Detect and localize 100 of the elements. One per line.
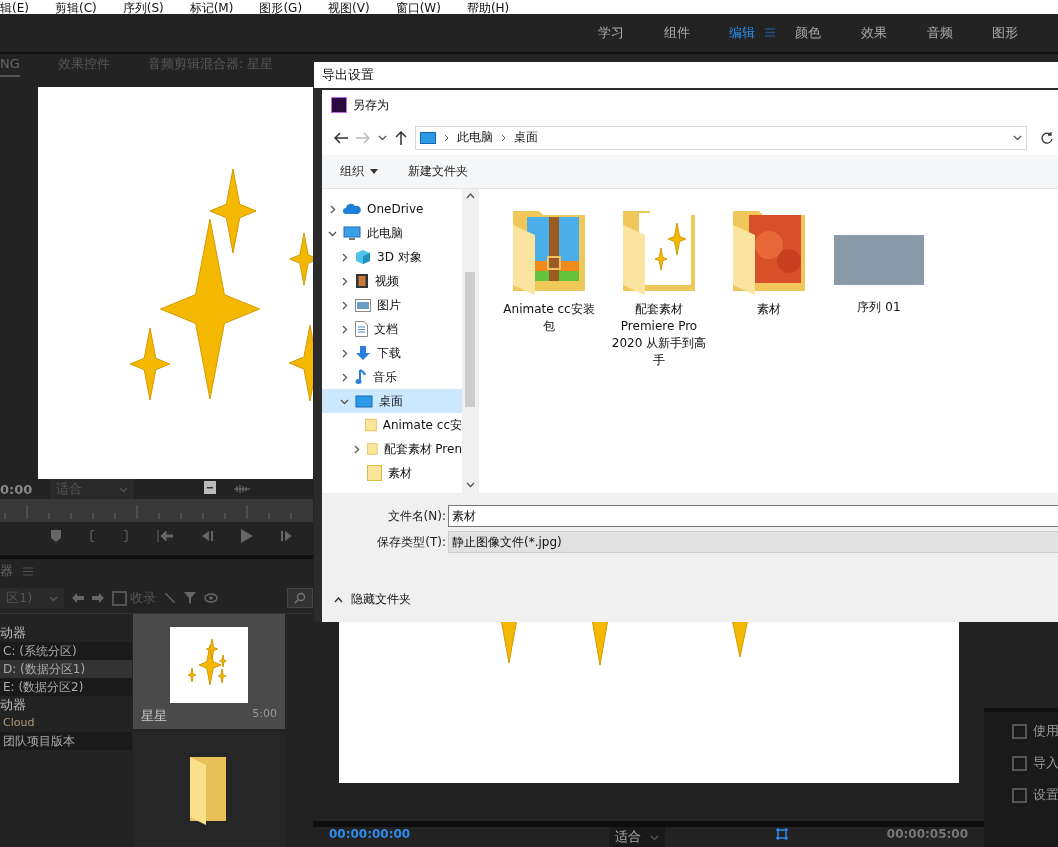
up-icon[interactable] (395, 130, 407, 145)
forward-icon[interactable] (356, 131, 370, 144)
chevron-icon[interactable] (328, 204, 337, 214)
chevron-icon[interactable] (340, 300, 349, 310)
workspace-tab[interactable]: 组件 (663, 24, 730, 42)
timecode: 00:00:00:00 (329, 827, 412, 841)
workspace-tab[interactable]: 效果 (861, 24, 927, 42)
menu-icon[interactable] (765, 28, 776, 37)
menu-item[interactable]: 窗口(W) (395, 2, 441, 14)
picture-icon (355, 298, 371, 312)
mark-in-icon[interactable] (89, 529, 95, 542)
folder-icon (367, 465, 382, 481)
hide-folders-button[interactable]: 隐藏文件夹 (334, 591, 1058, 608)
file-type-dropdown[interactable]: 静止图像文件(*.jpg) (448, 531, 1058, 553)
workspace-tab[interactable]: 颜色 (795, 24, 861, 42)
cube-icon (355, 249, 371, 265)
back-arrow-icon[interactable] (72, 593, 84, 603)
address-bar[interactable]: 此电脑 桌面 (415, 125, 1027, 150)
forward-arrow-icon[interactable] (92, 593, 104, 603)
star-point (591, 619, 609, 666)
chevron-icon[interactable] (340, 324, 349, 334)
chevron-icon[interactable] (340, 348, 349, 358)
eye-icon[interactable] (204, 593, 218, 603)
file-name[interactable]: 配套素材 Premiere Pro 2020 从新手到高手 (611, 301, 707, 369)
option-checkbox[interactable]: 使用 (1012, 722, 1058, 740)
workspace-tab[interactable]: 编辑 (729, 24, 756, 42)
nav-item[interactable]: 图片 (322, 293, 462, 317)
menu-item[interactable]: 帮助(H) (466, 2, 510, 14)
chevron-icon[interactable] (340, 276, 349, 286)
menu-item[interactable]: 辑(E) (0, 2, 29, 14)
waveform-icon[interactable] (234, 484, 251, 495)
play-icon[interactable] (241, 528, 253, 543)
refresh-icon[interactable] (1041, 131, 1053, 144)
location-item[interactable]: 团队项目版本 (0, 732, 132, 750)
zoom-dropdown[interactable]: 适合 (609, 827, 665, 847)
workspace-tab[interactable]: 学习 (598, 24, 664, 42)
menu-item[interactable]: 视图(V) (328, 2, 370, 14)
nav-item[interactable]: 3D 对象 (322, 245, 462, 269)
location-item[interactable]: Cloud (0, 714, 132, 732)
nav-item[interactable]: 配套素材 Pren (322, 437, 462, 461)
back-icon[interactable] (334, 131, 348, 144)
nav-item[interactable]: 视频 (322, 269, 462, 293)
fit-icon[interactable] (775, 827, 789, 841)
file-name[interactable]: 序列 01 (857, 299, 901, 316)
document-icon (355, 321, 368, 337)
option-checkbox[interactable]: 设置 (1012, 786, 1058, 804)
nav-item[interactable]: 素材 (322, 461, 462, 485)
workspace-tab[interactable]: 图形 (992, 24, 1058, 42)
film-icon[interactable] (204, 481, 217, 495)
chevron-icon[interactable] (378, 133, 387, 142)
location-item[interactable]: D: (数据分区1) (0, 660, 132, 678)
file-name[interactable]: Animate cc安装包 (501, 301, 597, 335)
menu-item[interactable]: 序列(S) (122, 2, 164, 14)
nav-item[interactable]: 下载 (322, 341, 462, 365)
chevron-icon[interactable] (465, 480, 475, 489)
breadcrumb-item[interactable]: 桌面 (514, 129, 538, 146)
clip-name: 星星 (141, 706, 167, 725)
chevron-icon (501, 133, 506, 142)
chevron-icon[interactable] (340, 252, 349, 262)
clip-card[interactable]: 星星 5:00 (133, 614, 285, 729)
nav-item[interactable]: Animate cc安 (322, 413, 462, 437)
chevron-icon[interactable] (340, 372, 349, 382)
nav-item[interactable]: 桌面 (322, 389, 462, 413)
folder-icon (365, 417, 377, 433)
search-field[interactable] (287, 588, 313, 608)
nav-item[interactable]: 音乐 (322, 365, 462, 389)
folder-icon (367, 441, 378, 457)
scrollbar[interactable] (462, 189, 478, 493)
panel-title: 器 (0, 562, 13, 580)
menu-icon[interactable] (23, 566, 33, 576)
marker-icon[interactable] (51, 529, 61, 542)
chevron-icon[interactable] (352, 444, 361, 454)
step-back-icon[interactable] (201, 529, 213, 542)
file-name[interactable]: 素材 (757, 301, 781, 318)
breadcrumb-item[interactable]: 此电脑 (457, 129, 493, 146)
nav-item[interactable]: 文档 (322, 317, 462, 341)
location-item[interactable]: 动器 (0, 696, 132, 714)
location-item[interactable]: E: (数据分区2) (0, 678, 132, 696)
step-forward-icon[interactable] (281, 529, 293, 542)
chevron-up-icon[interactable] (465, 193, 475, 199)
workspace-tab[interactable]: 音频 (926, 24, 993, 42)
clip-duration: 5:00 (252, 706, 277, 722)
option-checkbox[interactable]: 导入 (1012, 754, 1058, 772)
cloud-icon (343, 203, 361, 215)
location-item[interactable]: 动器 (0, 624, 132, 642)
toolbar-button[interactable]: 组织 (340, 163, 378, 180)
menu-item[interactable]: 图形(G) (259, 2, 303, 14)
filter-icon[interactable] (184, 592, 196, 604)
toolbar-button[interactable]: 新建文件夹 (408, 163, 468, 180)
location-item[interactable]: C: (系统分区) (0, 642, 132, 660)
duration: 00:00:05:00 (886, 827, 968, 841)
go-to-in-icon[interactable] (157, 529, 173, 542)
mark-out-icon[interactable] (123, 529, 129, 542)
menu-item[interactable]: 标记(M) (189, 2, 234, 14)
nav-item[interactable]: 此电脑 (322, 221, 462, 245)
chevron-icon (444, 133, 449, 142)
file-name-field[interactable]: 素材 (448, 505, 1058, 527)
menu-item[interactable]: 剪辑(C) (54, 2, 97, 14)
search-icon (294, 592, 306, 604)
nav-item[interactable]: OneDrive (322, 197, 462, 221)
